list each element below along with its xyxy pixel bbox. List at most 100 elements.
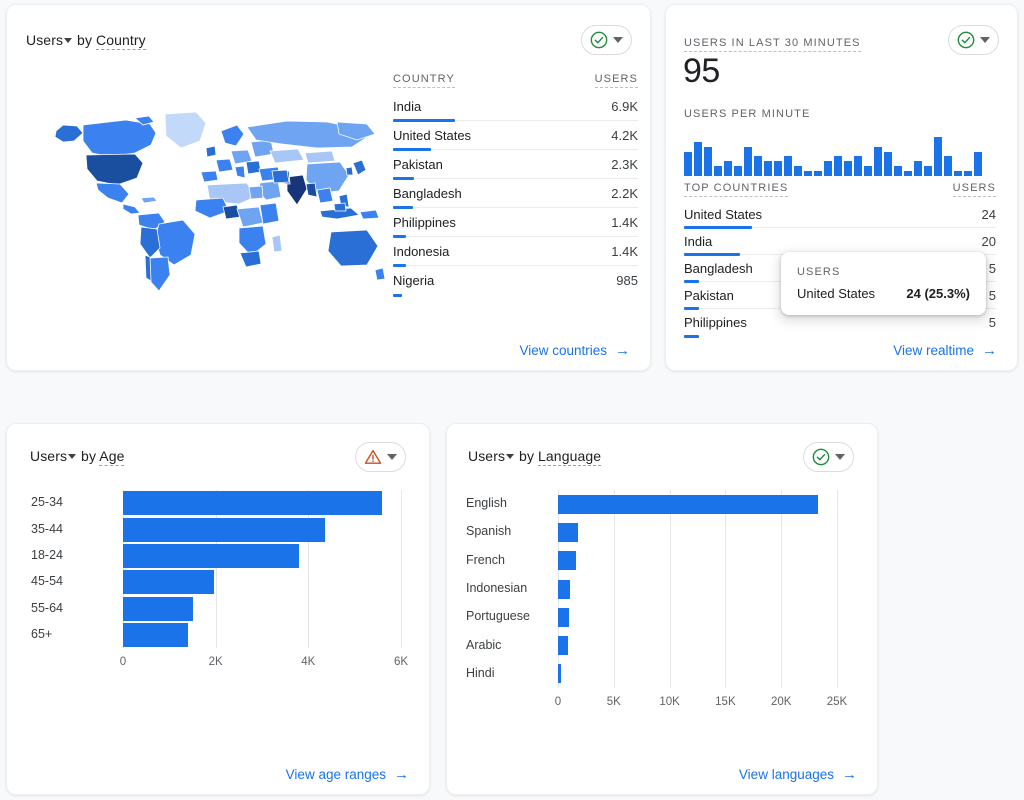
- language-card-status-pill[interactable]: [803, 442, 854, 472]
- dimension-label[interactable]: Language: [538, 448, 602, 466]
- category-label: 55-64: [31, 600, 63, 615]
- users-by-country-card: Users by Country COUNTRY USERS India 6.9…: [6, 4, 651, 371]
- bar[interactable]: [123, 622, 188, 647]
- country-table-col-metric: USERS: [594, 73, 638, 88]
- row-minibar: [393, 293, 402, 297]
- upm-bar: [874, 146, 882, 176]
- status-chevron-down-icon[interactable]: [980, 37, 990, 43]
- view-realtime-label: View realtime: [893, 343, 974, 358]
- row-label: Pakistan: [393, 156, 443, 172]
- bar[interactable]: [558, 579, 571, 599]
- dimension-label[interactable]: Age: [99, 448, 125, 466]
- upm-bar: [794, 166, 802, 176]
- metric-selector-label[interactable]: Users: [26, 32, 63, 48]
- bar[interactable]: [558, 551, 576, 571]
- bar[interactable]: [123, 543, 300, 568]
- upm-bar: [724, 161, 732, 176]
- country-table-header: COUNTRY USERS: [393, 73, 638, 92]
- upm-bar: [704, 146, 712, 176]
- upm-bar: [934, 136, 942, 176]
- table-row[interactable]: United States 4.2K: [393, 121, 638, 151]
- upm-bar: [754, 156, 762, 176]
- row-value: 1.4K: [611, 214, 638, 230]
- view-languages-label: View languages: [738, 767, 834, 782]
- axis-tick-label: 2K: [208, 656, 223, 668]
- upm-bar: [774, 161, 782, 176]
- country-card-status-pill[interactable]: [581, 25, 632, 55]
- view-age-ranges-link[interactable]: View age ranges →: [286, 767, 409, 782]
- check-circle-icon: [812, 448, 830, 466]
- bar[interactable]: [558, 664, 562, 684]
- upm-bar: [974, 151, 982, 176]
- metric-chevron-down-icon[interactable]: [64, 38, 73, 43]
- age-bar-chart[interactable]: 25-34 35-44 18-24 45-54 55-64 65+ 0 2K 4K 6K: [7, 484, 429, 734]
- upm-bar: [764, 161, 772, 176]
- upm-bar: [834, 156, 842, 176]
- view-languages-link[interactable]: View languages →: [739, 767, 857, 782]
- row-value: 24: [981, 206, 996, 222]
- upm-bar: [784, 156, 792, 176]
- view-countries-label: View countries: [519, 343, 607, 358]
- users-by-language-title: Users by Language: [468, 448, 602, 466]
- language-bar-chart[interactable]: English Spanish French Indonesian Portuguese…: [447, 484, 877, 734]
- users-by-age-card: Users by Age 25-34 35-44 18-24 45-54 55-64 65…: [6, 423, 430, 795]
- table-row[interactable]: Pakistan 2.3K: [393, 150, 638, 180]
- table-row[interactable]: Bangladesh 2.2K: [393, 179, 638, 209]
- row-value: 1.4K: [611, 243, 638, 259]
- upm-bar: [954, 171, 962, 176]
- bar[interactable]: [558, 522, 579, 542]
- arrow-right-icon: →: [982, 342, 997, 359]
- world-map-choropleth[interactable]: [37, 105, 387, 300]
- age-card-status-pill[interactable]: [355, 442, 406, 472]
- metric-selector-label[interactable]: Users: [468, 448, 505, 464]
- analytics-dashboard: Users by Country COUNTRY USERS India 6.9…: [0, 0, 1024, 800]
- row-label: Pakistan: [684, 287, 734, 303]
- bar[interactable]: [558, 494, 819, 514]
- axis-tick-label: 4K: [301, 656, 316, 668]
- table-row[interactable]: Philippines 1.4K: [393, 208, 638, 238]
- realtime-headline-value: 95: [683, 52, 720, 90]
- category-label: 18-24: [31, 547, 63, 562]
- view-countries-link[interactable]: View countries →: [519, 343, 630, 358]
- top-countries-col-dimension: TOP COUNTRIES: [684, 182, 789, 197]
- bar[interactable]: [123, 517, 325, 542]
- row-label: Philippines: [684, 315, 747, 330]
- dimension-label[interactable]: Country: [96, 32, 146, 50]
- gridline: [725, 490, 727, 688]
- row-label: India: [684, 233, 713, 249]
- table-row[interactable]: India 6.9K: [393, 92, 638, 122]
- users-by-language-card: Users by Language English Spanish French In…: [446, 423, 878, 795]
- realtime-status-pill[interactable]: [948, 25, 999, 55]
- status-chevron-down-icon[interactable]: [387, 454, 397, 460]
- table-row[interactable]: Indonesia 1.4K: [393, 237, 638, 267]
- row-label: Philippines: [393, 214, 456, 230]
- country-table: COUNTRY USERS India 6.9K United States 4…: [393, 73, 638, 297]
- bar[interactable]: [123, 570, 215, 595]
- axis-tick-label: 15K: [715, 696, 736, 708]
- row-minibar: [684, 334, 699, 338]
- metric-selector-label[interactable]: Users: [30, 448, 67, 464]
- upm-bar: [734, 166, 742, 176]
- row-label: Nigeria: [393, 273, 435, 288]
- bar[interactable]: [558, 607, 570, 627]
- bar[interactable]: [123, 491, 383, 516]
- status-chevron-down-icon[interactable]: [613, 37, 623, 43]
- category-label: Portuguese: [466, 609, 530, 624]
- table-row[interactable]: Nigeria 985: [393, 266, 638, 297]
- bar[interactable]: [558, 636, 569, 656]
- bar[interactable]: [123, 596, 193, 621]
- upm-bar: [714, 166, 722, 176]
- users-per-minute-chart[interactable]: [684, 132, 996, 176]
- realtime-tooltip: USERS United States 24 (25.3%): [781, 252, 986, 315]
- table-row[interactable]: India 20: [684, 228, 996, 256]
- upm-bar: [814, 171, 822, 176]
- metric-chevron-down-icon[interactable]: [506, 454, 515, 459]
- view-realtime-link[interactable]: View realtime →: [893, 343, 997, 358]
- upm-bar: [854, 156, 862, 176]
- axis-tick-label: 5K: [606, 696, 621, 708]
- table-row[interactable]: United States 24: [684, 201, 996, 229]
- row-value: 985: [616, 273, 638, 288]
- status-chevron-down-icon[interactable]: [835, 454, 845, 460]
- country-table-col-dimension: COUNTRY: [393, 73, 455, 88]
- metric-chevron-down-icon[interactable]: [68, 454, 77, 459]
